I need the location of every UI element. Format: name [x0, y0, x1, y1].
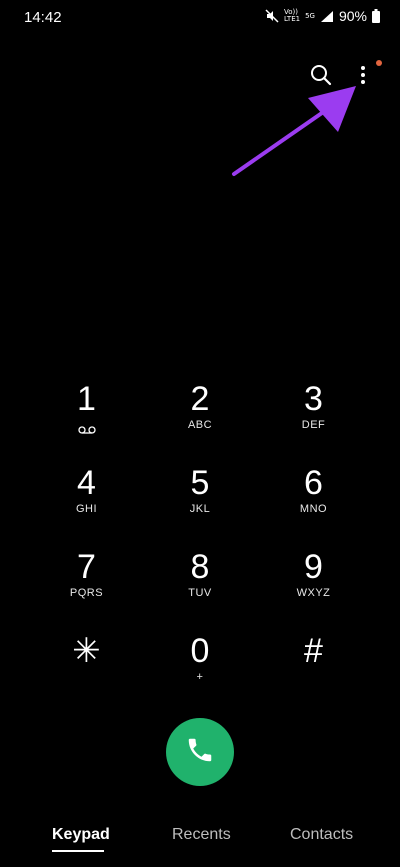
tab-contacts[interactable]: Contacts: [290, 826, 353, 844]
key-letters: ABC: [187, 419, 213, 431]
key-digit: 2: [190, 380, 210, 418]
battery-icon: [372, 9, 380, 23]
key-star[interactable]: ✳: [30, 632, 143, 716]
key-3[interactable]: 3 DEF: [257, 380, 370, 464]
tab-recents[interactable]: Recents: [172, 826, 231, 844]
key-letters: TUV: [188, 587, 212, 599]
annotation-arrow-icon: [220, 76, 370, 185]
key-digit: 6: [304, 464, 323, 502]
active-tab-indicator: [52, 850, 104, 852]
notification-dot: [376, 60, 382, 66]
key-letters: MNO: [299, 503, 328, 515]
status-icons: Vo)) LTE1 5G 90%: [265, 8, 380, 24]
battery-percentage: 90%: [338, 8, 367, 24]
dial-keypad: 1 2 ABC 3 DEF 4 GHI 5 JKL 6 MNO 7 PQRS 8…: [30, 380, 370, 716]
status-time: 14:42: [24, 9, 62, 26]
key-8[interactable]: 8 TUV: [143, 548, 257, 632]
key-digit: 3: [304, 380, 323, 418]
key-2[interactable]: 2 ABC: [143, 380, 257, 464]
call-button[interactable]: [166, 718, 234, 786]
key-letters: GHI: [75, 503, 98, 515]
key-0[interactable]: 0 +: [143, 632, 257, 716]
key-digit: 1: [77, 380, 96, 418]
key-digit: 4: [77, 464, 96, 502]
key-digit: 0: [190, 632, 210, 670]
tab-keypad[interactable]: Keypad: [52, 826, 110, 844]
key-digit: 5: [190, 464, 210, 502]
key-1[interactable]: 1: [30, 380, 143, 464]
key-letters: JKL: [189, 503, 211, 515]
key-4[interactable]: 4 GHI: [30, 464, 143, 548]
volte-indicator: Vo)) LTE1: [284, 9, 300, 23]
key-7[interactable]: 7 PQRS: [30, 548, 143, 632]
status-bar: 14:42 Vo)) LTE1 5G 90%: [0, 0, 400, 34]
key-6[interactable]: 6 MNO: [257, 464, 370, 548]
bottom-tabs: Keypad Recents Contacts: [0, 826, 400, 856]
key-5[interactable]: 5 JKL: [143, 464, 257, 548]
signal-icon: [320, 10, 334, 23]
key-9[interactable]: 9 WXYZ: [257, 548, 370, 632]
network-indicator: 5G: [305, 11, 315, 20]
key-digit: 9: [304, 548, 323, 586]
key-digit: 8: [190, 548, 210, 586]
voicemail-icon: [77, 421, 96, 439]
key-letters: +: [196, 671, 204, 683]
key-digit: 7: [77, 548, 96, 586]
key-hash[interactable]: #: [257, 632, 370, 716]
key-letters: PQRS: [69, 587, 104, 599]
phone-icon: [185, 735, 215, 770]
key-letters: DEF: [301, 419, 326, 431]
volte-bottom-label: LTE1: [283, 15, 301, 23]
key-digit: ✳: [72, 632, 101, 670]
key-letters: WXYZ: [296, 587, 331, 599]
key-digit: #: [304, 632, 323, 670]
network-label: 5G: [305, 11, 315, 20]
mute-icon: [265, 9, 279, 23]
